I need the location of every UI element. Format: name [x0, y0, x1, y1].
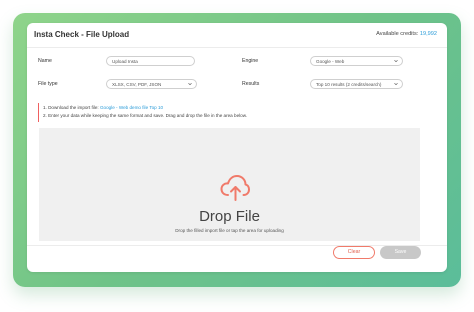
filetype-select-value: XLSX, CSV, PDF, JSON — [112, 81, 162, 87]
drop-file-subtitle: Drop the filled import file or tap the a… — [175, 228, 284, 233]
instruction-line-1-text: 1. Download the import file: — [43, 105, 99, 110]
results-select-value: Top 10 results (2 credits/search) — [316, 81, 382, 87]
clear-button[interactable]: Clear — [333, 246, 375, 259]
import-instructions: 1. Download the import file: Google - We… — [38, 103, 359, 122]
available-credits: Available credits: 19,992 — [376, 31, 437, 37]
drop-file-title: Drop File — [199, 208, 260, 225]
name-input[interactable]: Upload Insta — [106, 56, 195, 66]
cloud-upload-icon — [220, 175, 250, 201]
engine-select[interactable]: Google - Web — [310, 56, 403, 66]
card-header: Insta Check - File Upload Available cred… — [27, 23, 447, 48]
chevron-down-icon — [188, 83, 192, 86]
file-drop-zone[interactable]: Drop File Drop the filled import file or… — [39, 128, 420, 241]
filetype-label: File type — [38, 81, 58, 87]
filetype-select[interactable]: XLSX, CSV, PDF, JSON — [106, 79, 197, 89]
instruction-line-1: 1. Download the import file: Google - We… — [43, 105, 163, 110]
save-button[interactable]: Save — [380, 246, 421, 259]
engine-label: Engine — [242, 58, 259, 64]
engine-select-value: Google - Web — [316, 58, 345, 64]
name-label: Name — [38, 58, 52, 64]
results-select[interactable]: Top 10 results (2 credits/search) — [310, 79, 403, 89]
page: Insta Check - File Upload Available cred… — [0, 0, 474, 312]
page-title: Insta Check - File Upload — [34, 30, 130, 39]
credits-value: 19,992 — [419, 31, 437, 37]
chevron-down-icon — [394, 83, 398, 86]
upload-card: Insta Check - File Upload Available cred… — [27, 23, 447, 272]
name-input-value: Upload Insta — [112, 58, 138, 64]
chevron-down-icon — [394, 60, 398, 63]
credits-label: Available credits: — [376, 31, 419, 37]
demo-file-link[interactable]: Google - Web demo file Top 10 — [100, 105, 163, 110]
instruction-line-2: 2. Enter your data while keeping the sam… — [43, 113, 248, 118]
results-label: Results — [242, 81, 260, 87]
